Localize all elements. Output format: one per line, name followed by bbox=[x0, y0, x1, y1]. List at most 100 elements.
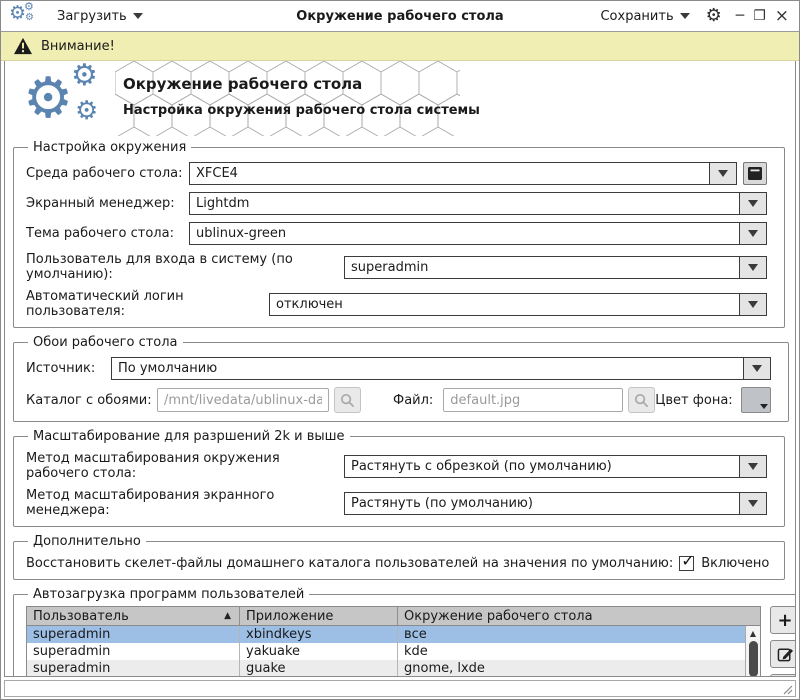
dropdown-button[interactable] bbox=[739, 256, 766, 278]
window-controls: ─ ❐ × bbox=[736, 8, 789, 25]
settings-gear-icon[interactable]: ⚙ bbox=[706, 7, 722, 25]
checkmark-icon: ✓ bbox=[681, 551, 695, 570]
search-icon bbox=[340, 393, 354, 407]
scrollbar-thumb[interactable] bbox=[748, 641, 758, 676]
install-package-button[interactable] bbox=[743, 162, 767, 185]
skel-checkbox-label: Включено bbox=[701, 556, 770, 571]
theme-combobox[interactable]: ublinux-green bbox=[189, 222, 767, 245]
edit-entry-button[interactable] bbox=[770, 640, 795, 668]
column-header-desktop-env[interactable]: Окружение рабочего стола bbox=[398, 607, 760, 625]
display-manager-combobox[interactable]: Lightdm bbox=[189, 192, 767, 215]
wallpaper-source-combobox[interactable]: По умолчанию bbox=[111, 357, 771, 380]
dropdown-button[interactable] bbox=[742, 358, 770, 379]
edit-pencil-icon bbox=[777, 648, 793, 662]
scaling-dm-combobox[interactable]: Растянуть (по умолчанию) bbox=[344, 491, 767, 515]
resize-grip[interactable] bbox=[781, 683, 793, 695]
wallpaper-dir-label: Каталог с обоями: bbox=[26, 392, 152, 408]
scaling-desktop-combobox[interactable]: Растянуть с обрезкой (по умолчанию) bbox=[344, 454, 767, 478]
dropdown-button[interactable] bbox=[739, 293, 766, 315]
chevron-down-icon bbox=[748, 200, 758, 207]
scaling-desktop-label: Метод масштабирования окружения рабочего… bbox=[26, 451, 280, 481]
hero-header: ⚙ ⚙ ⚙ Окружение рабочего стола Настройка… bbox=[5, 61, 795, 137]
titlebar: Окружение рабочего стола ⚙ ⚙ ⚙ Загрузить… bbox=[1, 1, 799, 32]
delete-entry-button[interactable] bbox=[770, 674, 795, 676]
desktop-env-combobox[interactable]: XFCE4 bbox=[189, 162, 737, 185]
warning-triangle-icon bbox=[14, 37, 32, 55]
bg-color-label: Цвет фона: bbox=[655, 392, 733, 408]
table-cell: guake bbox=[240, 660, 398, 676]
group-wallpaper: Обои рабочего стола Источник: По умолчан… bbox=[13, 335, 789, 422]
chevron-down-icon bbox=[751, 365, 762, 372]
column-header-application[interactable]: Приложение bbox=[240, 607, 398, 625]
autologin-value: отключен bbox=[276, 296, 343, 312]
desktop-env-value: XFCE4 bbox=[196, 166, 238, 181]
group-autostart-legend: Автозагрузка программ пользователей bbox=[33, 587, 305, 602]
scaling-dm-value: Растянуть (по умолчанию) bbox=[351, 495, 533, 511]
autostart-table: Пользователь ▲ Приложение Окружение рабо… bbox=[26, 606, 761, 676]
close-button[interactable]: × bbox=[775, 8, 789, 25]
wallpaper-source-value: По умолчанию bbox=[118, 361, 218, 376]
skel-reset-label: Восстановить скелет-файлы домашнего ката… bbox=[26, 556, 674, 571]
group-environment-legend: Настройка окружения bbox=[33, 140, 187, 155]
table-row[interactable]: superadmin xbindkeys все bbox=[27, 626, 745, 643]
wallpaper-file-input[interactable] bbox=[443, 388, 624, 412]
table-row[interactable]: superadmin yakuake kde bbox=[27, 643, 745, 660]
hero-gears-icon: ⚙ ⚙ ⚙ bbox=[23, 61, 99, 131]
table-cell: gnome, lxde bbox=[404, 661, 485, 676]
theme-label: Тема рабочего стола: bbox=[26, 226, 174, 241]
table-row[interactable]: superadmin guake gnome, lxde bbox=[27, 660, 745, 676]
display-manager-label: Экранный менеджер: bbox=[26, 196, 175, 211]
scroll-up-icon[interactable]: ▲ bbox=[746, 626, 760, 640]
autostart-table-body: superadmin xbindkeys все superadmin yakuake k… bbox=[27, 626, 745, 676]
hexagon-pattern bbox=[115, 61, 460, 136]
display-manager-value: Lightdm bbox=[196, 196, 250, 211]
column-header-user[interactable]: Пользователь ▲ bbox=[27, 607, 240, 625]
group-additional: Дополнительно Восстановить скелет-файлы … bbox=[13, 534, 785, 580]
table-cell: yakuake bbox=[240, 643, 398, 660]
group-scaling: Масштабирование для разршений 2k и выше … bbox=[13, 429, 785, 527]
group-environment: Настройка окружения Среда рабочего стола… bbox=[13, 140, 785, 328]
add-entry-button[interactable]: + bbox=[770, 606, 795, 634]
status-bar bbox=[4, 680, 796, 697]
chevron-down-icon bbox=[132, 13, 143, 19]
dropdown-button[interactable] bbox=[739, 223, 766, 244]
table-header: Пользователь ▲ Приложение Окружение рабо… bbox=[27, 607, 760, 626]
autologin-label: Автоматический логин пользователя: bbox=[26, 289, 184, 319]
app-window: Окружение рабочего стола ⚙ ⚙ ⚙ Загрузить… bbox=[0, 0, 800, 700]
wallpaper-dir-browse-button[interactable] bbox=[334, 387, 361, 413]
group-scaling-legend: Масштабирование для разршений 2k и выше bbox=[33, 429, 345, 444]
load-menu-button[interactable]: Загрузить bbox=[51, 5, 149, 28]
package-box-icon bbox=[748, 167, 762, 180]
page-title: Окружение рабочего стола bbox=[123, 75, 363, 93]
minimize-button[interactable]: ─ bbox=[736, 9, 744, 23]
page-subtitle: Настройка окружения рабочего стола систе… bbox=[123, 103, 480, 118]
wallpaper-file-label: Файл: bbox=[393, 392, 434, 408]
table-vertical-scrollbar[interactable]: ▲ ▼ bbox=[745, 626, 760, 676]
default-user-label: Пользователь для входа в систему (по умо… bbox=[26, 252, 293, 282]
table-action-buttons: + bbox=[770, 606, 795, 676]
maximize-button[interactable]: ❐ bbox=[753, 9, 766, 23]
chevron-down-icon bbox=[748, 263, 758, 271]
load-menu-label: Загрузить bbox=[57, 8, 127, 24]
warning-banner: Внимание! bbox=[1, 32, 799, 61]
dropdown-button[interactable] bbox=[739, 492, 766, 514]
autologin-combobox[interactable]: отключен bbox=[269, 292, 767, 316]
wallpaper-dir-input[interactable] bbox=[157, 388, 329, 412]
chevron-down-icon bbox=[679, 13, 690, 19]
wallpaper-file-browse-button[interactable] bbox=[628, 387, 656, 413]
skel-reset-checkbox[interactable]: ✓ bbox=[679, 551, 695, 571]
save-menu-button[interactable]: Сохранить bbox=[594, 5, 695, 28]
dropdown-button[interactable] bbox=[739, 455, 766, 477]
search-icon bbox=[635, 393, 649, 407]
default-user-combobox[interactable]: superadmin bbox=[344, 255, 767, 279]
chevron-down-icon bbox=[748, 300, 758, 308]
dropdown-button[interactable] bbox=[709, 163, 736, 184]
table-cell: superadmin bbox=[27, 626, 240, 643]
bg-color-picker-button[interactable] bbox=[740, 387, 771, 413]
dropdown-button[interactable] bbox=[739, 193, 766, 214]
table-cell: superadmin bbox=[27, 643, 240, 660]
plus-icon: + bbox=[777, 609, 793, 631]
chevron-down-icon bbox=[748, 499, 758, 507]
scaling-dm-label: Метод масштабирования экранного менеджер… bbox=[26, 488, 275, 518]
chevron-down-icon bbox=[748, 230, 758, 237]
